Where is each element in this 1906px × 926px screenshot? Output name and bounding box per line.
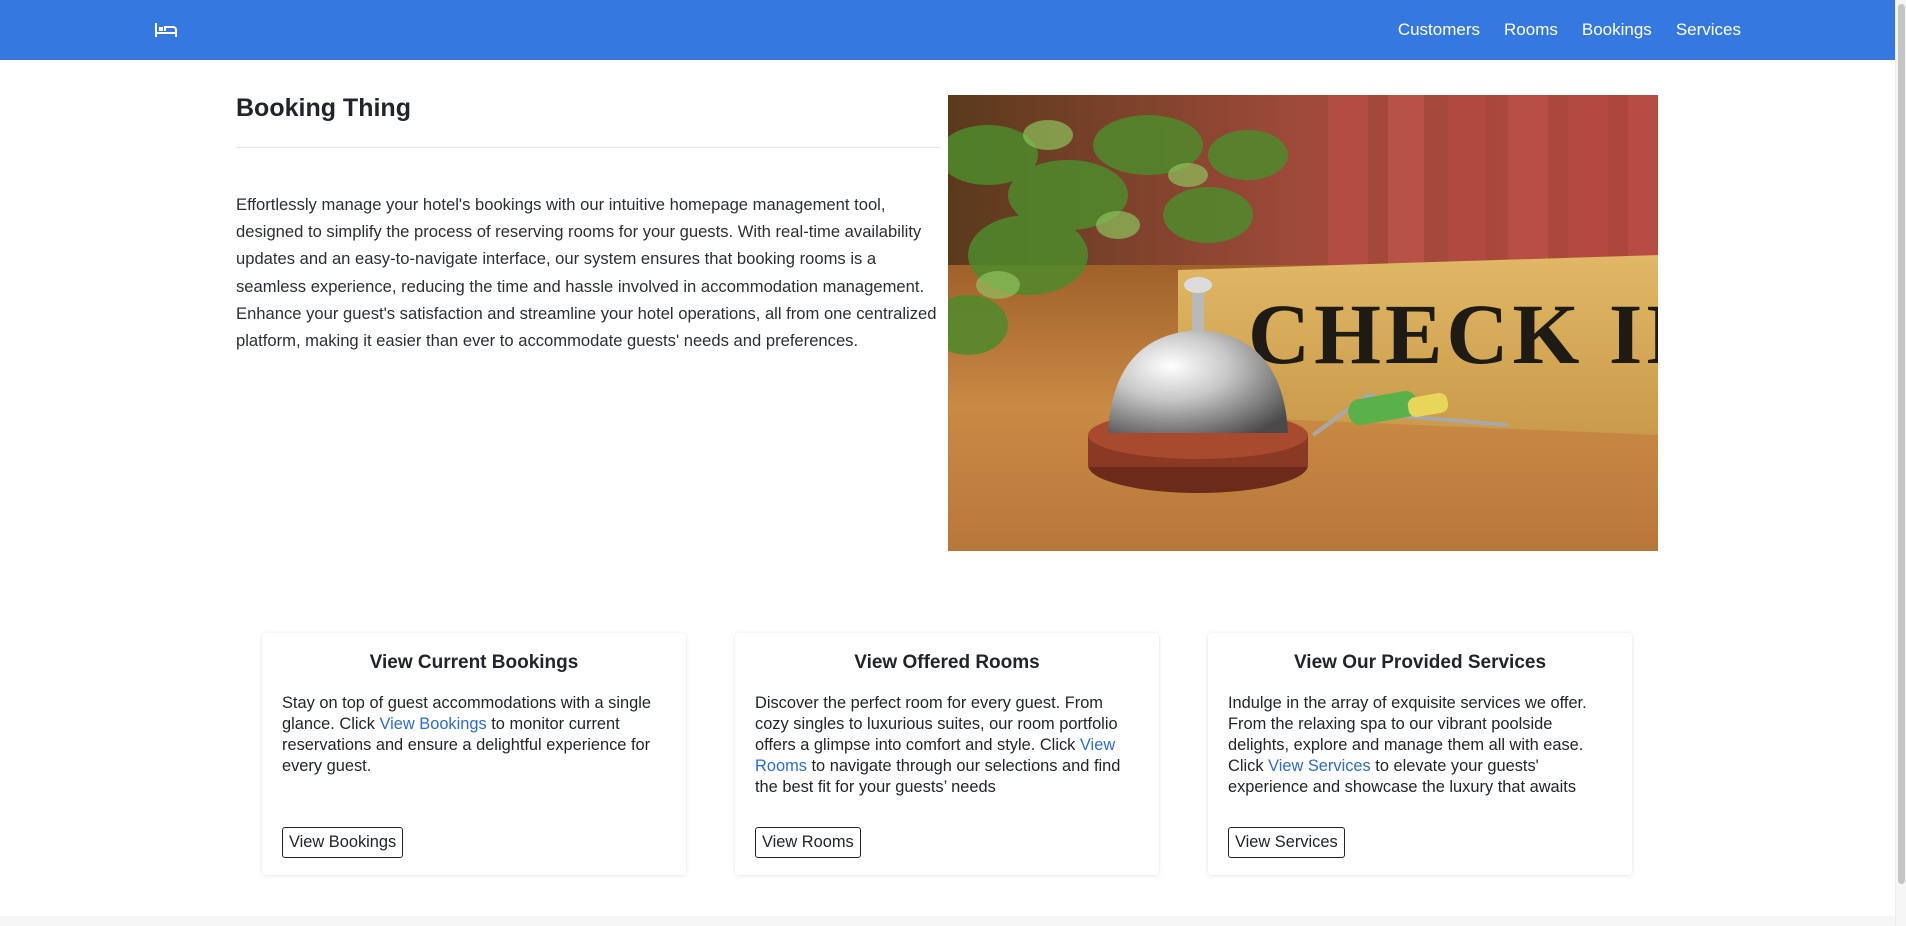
hero-description: Effortlessly manage your hotel's booking… — [236, 195, 937, 351]
footer-strip — [0, 916, 1895, 926]
view-rooms-button[interactable]: View Rooms — [755, 827, 861, 858]
vertical-scrollbar[interactable] — [1895, 0, 1906, 926]
top-navbar: Customers Rooms Bookings Services — [0, 0, 1895, 60]
hero-section: Booking Thing Effortlessly manage your h… — [236, 60, 1658, 590]
nav-link-services[interactable]: Services — [1676, 20, 1741, 40]
card-text: Discover the perfect room for every gues… — [755, 693, 1139, 798]
bed-icon[interactable] — [154, 20, 178, 40]
view-bookings-link[interactable]: View Bookings — [379, 715, 486, 733]
nav-link-bookings[interactable]: Bookings — [1582, 20, 1652, 40]
nav-link-customers[interactable]: Customers — [1398, 20, 1480, 40]
card-text-after: to navigate through our selections and f… — [755, 757, 1121, 796]
card-bookings: View Current Bookings Stay on top of gue… — [262, 633, 686, 875]
view-bookings-button[interactable]: View Bookings — [282, 827, 404, 858]
view-services-link[interactable]: View Services — [1268, 757, 1371, 775]
card-text: Stay on top of guest accommodations with… — [282, 693, 666, 777]
card-services: View Our Provided Services Indulge in th… — [1208, 633, 1632, 875]
nav-link-rooms[interactable]: Rooms — [1504, 20, 1558, 40]
scrollbar-thumb[interactable] — [1898, 4, 1905, 884]
feature-cards: View Current Bookings Stay on top of gue… — [262, 633, 1632, 875]
page-title: Booking Thing — [236, 94, 411, 122]
card-title: View Offered Rooms — [854, 652, 1040, 673]
hero-image-check-in: CHECK IN — [948, 95, 1658, 551]
card-title: View Our Provided Services — [1293, 652, 1547, 673]
sign-text: CHECK IN — [1248, 286, 1658, 382]
card-text-before: Discover the perfect room for every gues… — [755, 694, 1118, 754]
card-rooms: View Offered Rooms Discover the perfect … — [735, 633, 1159, 875]
hero-divider — [236, 147, 940, 148]
nav-links: Customers Rooms Bookings Services — [1398, 0, 1741, 60]
card-text: Indulge in the array of exquisite servic… — [1228, 693, 1612, 798]
view-services-button[interactable]: View Services — [1228, 827, 1345, 858]
card-title: View Current Bookings — [369, 652, 579, 673]
